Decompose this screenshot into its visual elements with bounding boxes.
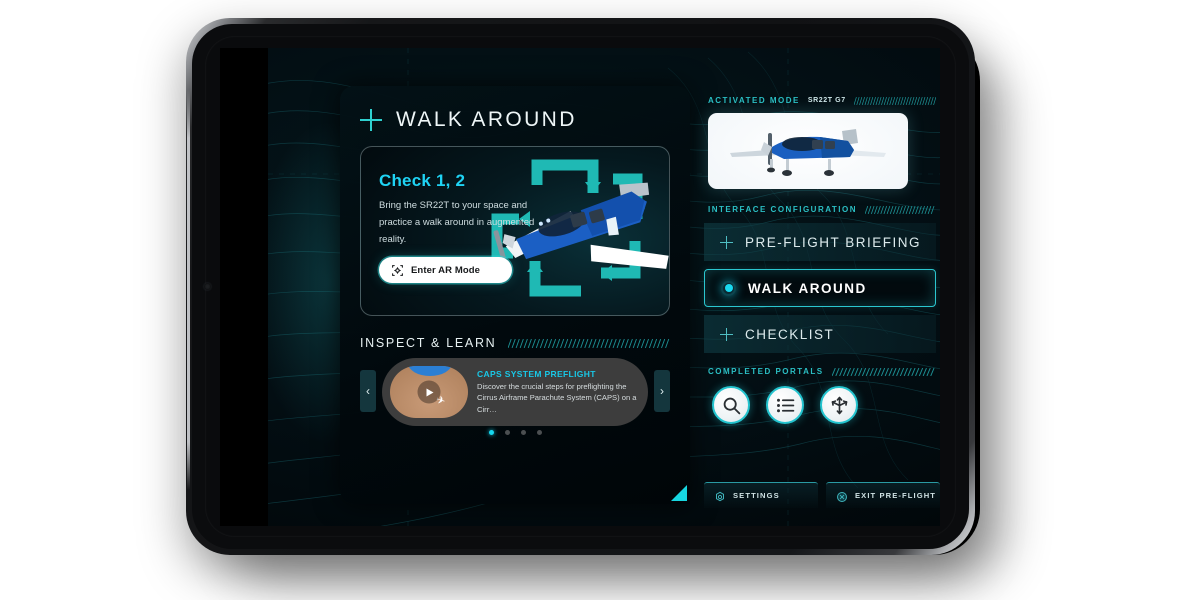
hatch-divider xyxy=(508,338,670,348)
nav-item-checklist[interactable]: CHECKLIST xyxy=(704,315,936,353)
page-header: WALK AROUND xyxy=(360,108,577,132)
carousel-next-button[interactable]: › xyxy=(654,370,670,412)
carousel-card[interactable]: ✈ CAPS SYSTEM PREFLIGHT Discover the cru… xyxy=(382,358,648,426)
activated-mode-label: ACTIVATED MODE xyxy=(708,96,800,105)
pagination-dot[interactable] xyxy=(520,430,526,435)
bottom-action-bar: SETTINGS EXIT PRE-FLIGHT xyxy=(704,482,940,508)
activated-mode-header: ACTIVATED MODE SR22T G7 xyxy=(704,96,940,105)
inspect-carousel: ‹ › ✈ CAPS SYSTEM PREFLIGHT Discover the… xyxy=(360,358,670,435)
card-thumbnail: ✈ xyxy=(390,366,468,418)
tablet-edge-highlight xyxy=(187,90,190,490)
nav-item-pre-flight-briefing[interactable]: PRE-FLIGHT BRIEFING xyxy=(704,223,936,261)
portal-list[interactable] xyxy=(766,386,804,424)
completed-portals-header: COMPLETED PORTALS xyxy=(704,367,940,376)
list-icon xyxy=(775,395,796,416)
plus-icon xyxy=(720,327,733,341)
pagination-dot[interactable] xyxy=(536,430,542,435)
ar-cube-icon xyxy=(391,264,404,277)
app-viewport: WALK AROUND Check 1, 2 Bring the SR22T t… xyxy=(268,48,940,526)
inspect-section-header: INSPECT & LEARN xyxy=(360,336,670,350)
settings-button[interactable]: SETTINGS xyxy=(704,482,818,508)
pagination-dot[interactable] xyxy=(504,430,510,435)
chevron-left-icon: ‹ xyxy=(366,384,370,398)
nav-item-label: CHECKLIST xyxy=(745,326,835,342)
play-icon[interactable] xyxy=(417,380,441,404)
crosshair-icon xyxy=(360,109,382,131)
plus-icon xyxy=(720,235,733,249)
exit-pre-flight-label: EXIT PRE-FLIGHT xyxy=(855,491,937,500)
nav-item-walk-around[interactable]: WALK AROUND xyxy=(704,269,936,307)
hatch-divider xyxy=(853,96,936,105)
chevron-right-icon: › xyxy=(660,384,664,398)
activated-mode-image xyxy=(708,113,908,189)
portal-magnifier[interactable] xyxy=(712,386,750,424)
card-description: Discover the crucial steps for preflight… xyxy=(477,381,637,414)
hero-title: Check 1, 2 xyxy=(379,171,466,190)
nav-item-label: WALK AROUND xyxy=(748,280,867,296)
card-title: CAPS SYSTEM PREFLIGHT xyxy=(477,368,596,379)
completed-portals-label: COMPLETED PORTALS xyxy=(708,367,824,376)
pagination-dot[interactable] xyxy=(488,430,494,435)
gear-icon xyxy=(714,490,726,502)
front-camera xyxy=(204,283,211,290)
hatch-divider xyxy=(865,205,936,214)
enter-ar-mode-button[interactable]: Enter AR Mode xyxy=(379,257,512,283)
screenshot-root: WALK AROUND Check 1, 2 Bring the SR22T t… xyxy=(0,0,1200,600)
thumb-sky xyxy=(408,366,452,376)
page-title: WALK AROUND xyxy=(396,108,577,131)
right-rail: ACTIVATED MODE SR22T G7 INTERFACE CONFIG… xyxy=(704,48,940,526)
magnifier-icon xyxy=(721,395,742,416)
nav-item-label: PRE-FLIGHT BRIEFING xyxy=(745,234,922,250)
settings-label: SETTINGS xyxy=(733,491,780,500)
ar-move-icon xyxy=(829,395,850,416)
close-circle-icon xyxy=(836,490,848,502)
carousel-pagination xyxy=(360,430,670,435)
hero-card: Check 1, 2 Bring the SR22T to your space… xyxy=(360,146,670,316)
enter-ar-mode-label: Enter AR Mode xyxy=(411,264,481,276)
hatch-divider xyxy=(831,367,936,376)
exit-pre-flight-button[interactable]: EXIT PRE-FLIGHT xyxy=(826,482,940,508)
tablet-screen: WALK AROUND Check 1, 2 Bring the SR22T t… xyxy=(220,48,940,526)
carousel-prev-button[interactable]: ‹ xyxy=(360,370,376,412)
interface-configuration-label: INTERFACE CONFIGURATION xyxy=(708,205,858,214)
activated-mode-value: SR22T G7 xyxy=(807,97,846,104)
main-panel: WALK AROUND Check 1, 2 Bring the SR22T t… xyxy=(340,86,690,504)
radio-selected-icon xyxy=(721,280,736,296)
inspect-section-label: INSPECT & LEARN xyxy=(360,336,497,350)
interface-configuration-list: PRE-FLIGHT BRIEFING WALK AROUND CHECKLIS… xyxy=(704,223,940,353)
portal-ar-move[interactable] xyxy=(820,386,858,424)
panel-corner-accent xyxy=(671,485,687,501)
completed-portals-list xyxy=(712,386,940,424)
interface-configuration-header: INTERFACE CONFIGURATION xyxy=(704,205,940,214)
hero-body: Bring the SR22T to your space and practi… xyxy=(379,200,535,245)
